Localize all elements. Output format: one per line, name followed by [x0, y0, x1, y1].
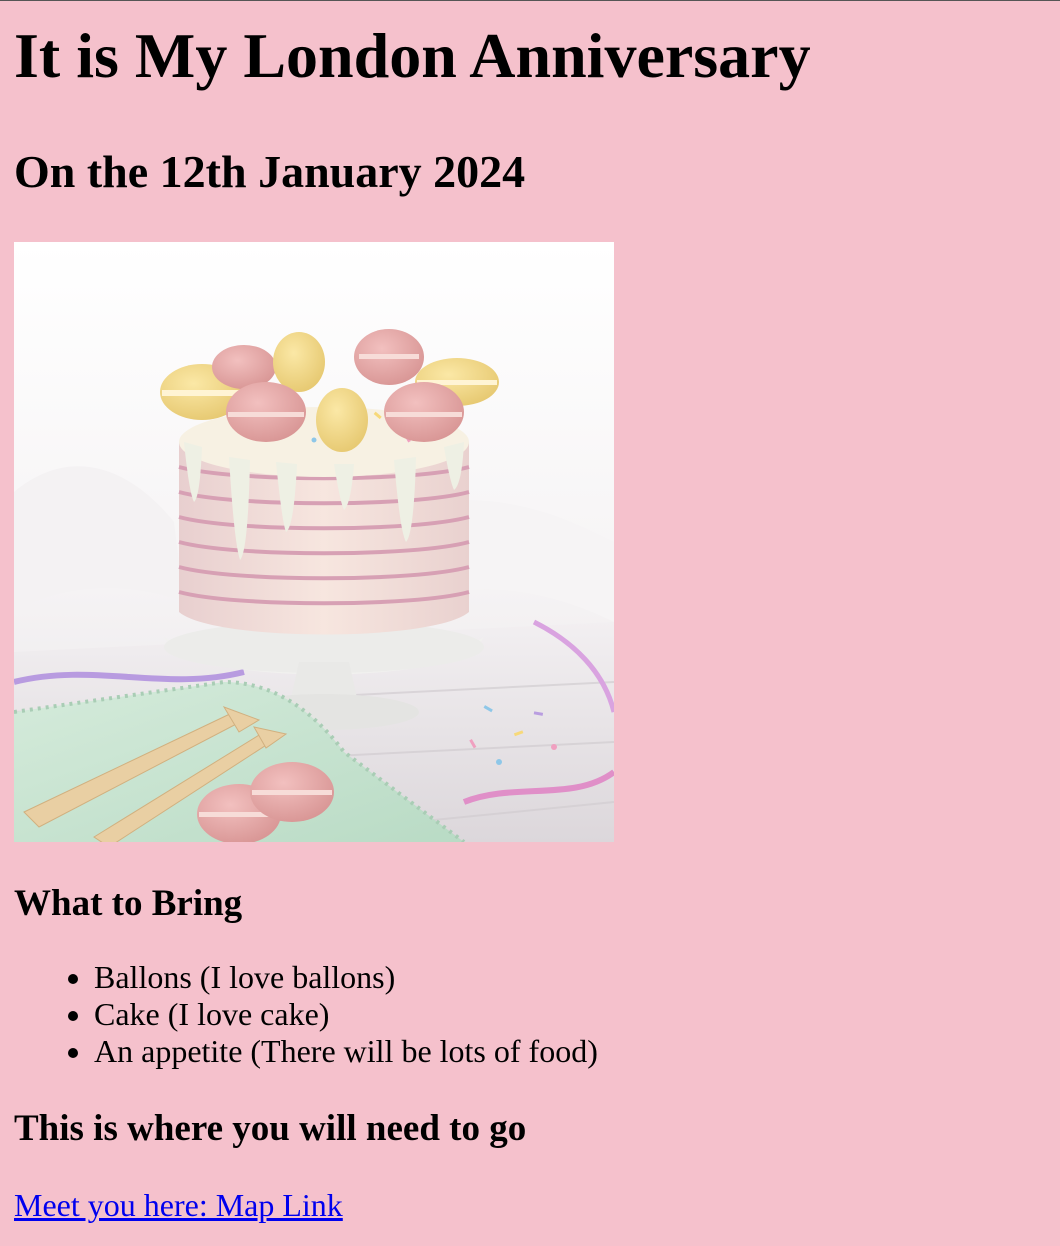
page-title: It is My London Anniversary [14, 20, 811, 91]
event-date-heading: On the 12th January 2024 [14, 146, 526, 197]
list-item: An appetite (There will be lots of food) [94, 1033, 1046, 1070]
list-item: Ballons (I love ballons) [94, 959, 1046, 996]
page-content: It is My London Anniversary On the 12th … [0, 1, 1060, 1224]
list-item: Cake (I love cake) [94, 996, 1046, 1033]
bring-list: Ballons (I love ballons) Cake (I love ca… [14, 959, 1046, 1070]
map-link[interactable]: Meet you here: Map Link [14, 1187, 343, 1223]
cake-image [14, 242, 614, 842]
map-link-line: Meet you here: Map Link [14, 1187, 1046, 1224]
where-to-go-heading: This is where you will need to go [14, 1108, 527, 1149]
what-to-bring-heading: What to Bring [14, 883, 243, 924]
